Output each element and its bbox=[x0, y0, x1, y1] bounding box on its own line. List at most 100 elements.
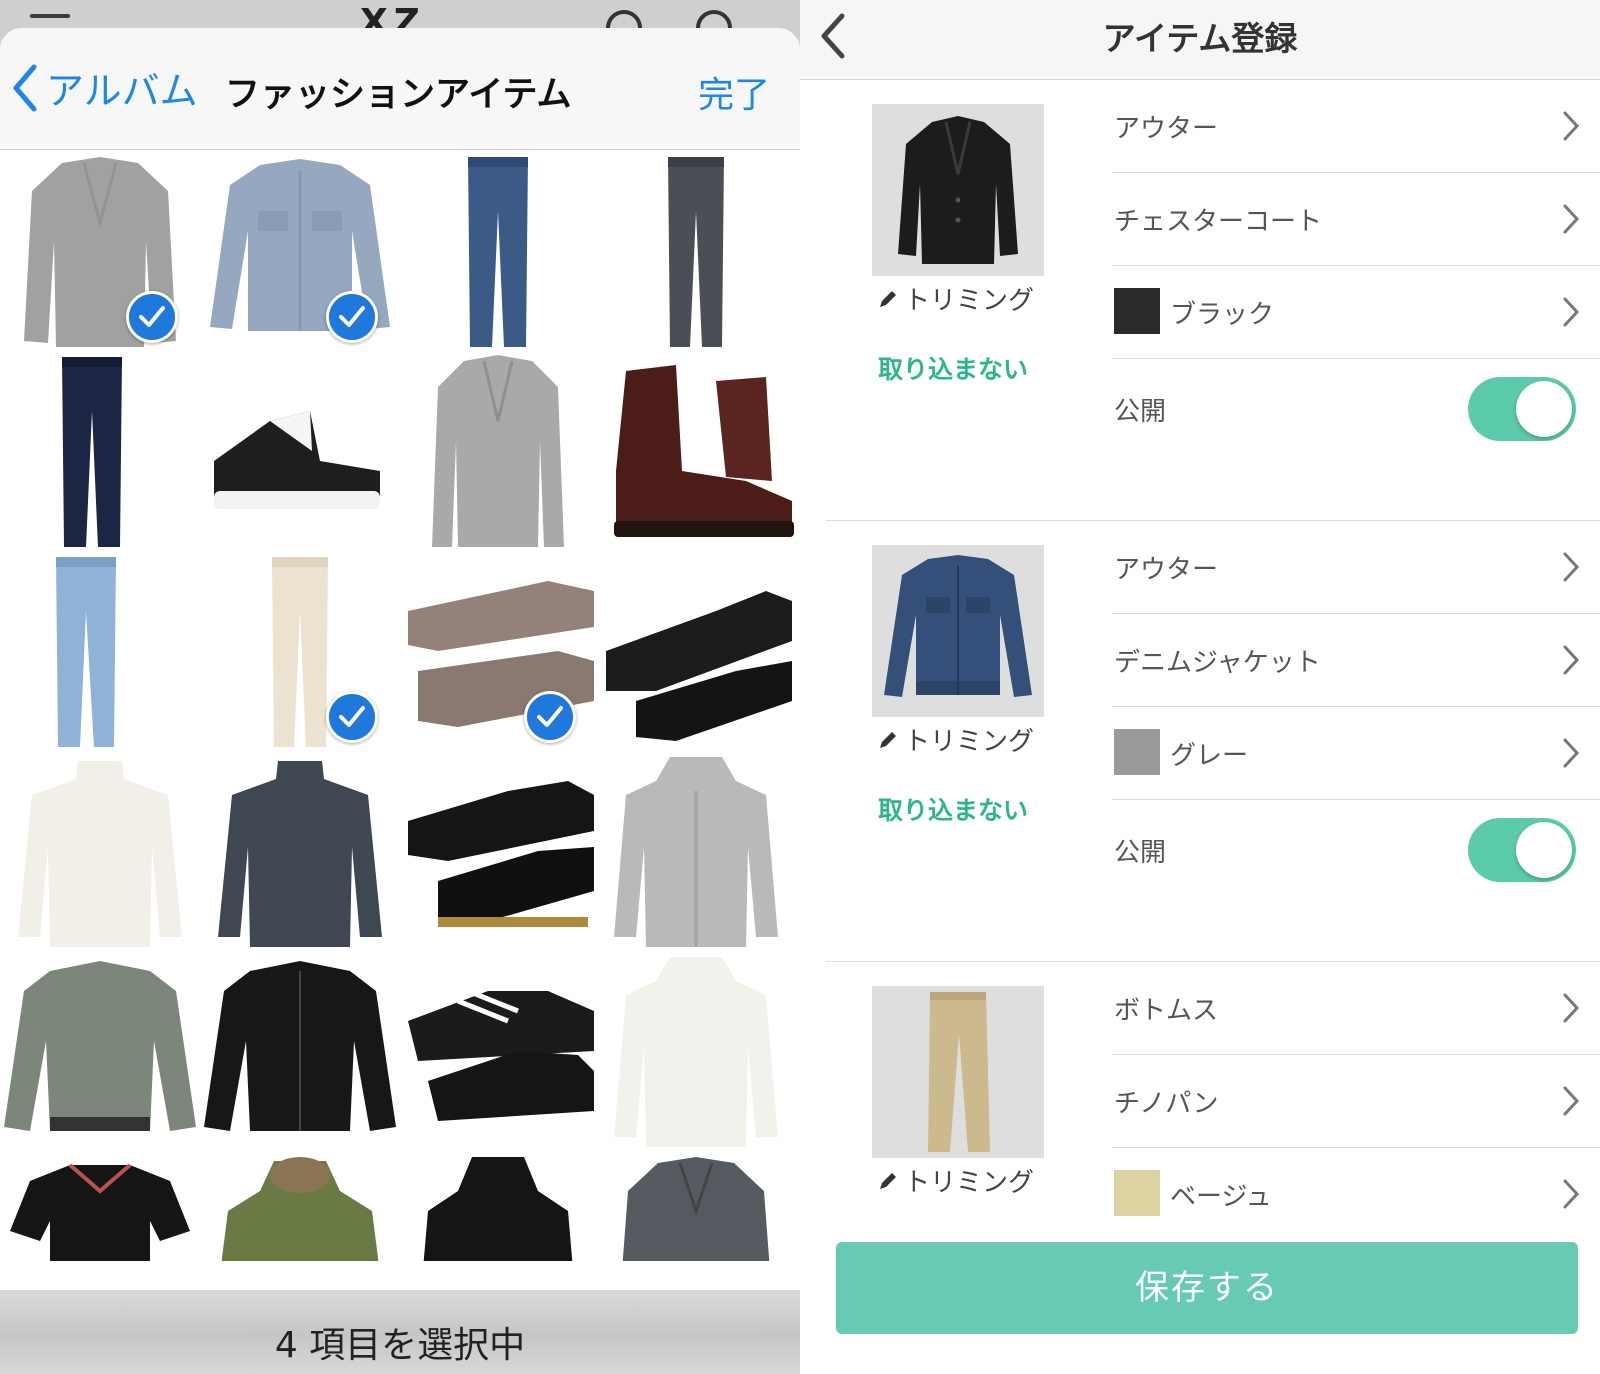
skip-import-button[interactable]: 取り込まない bbox=[878, 791, 1028, 827]
pencil-icon bbox=[880, 290, 896, 307]
photo-cell-black-suede-shoes[interactable] bbox=[596, 551, 796, 751]
subcategory-row[interactable]: チノパン bbox=[1112, 1055, 1600, 1148]
public-row: 公開 bbox=[1112, 359, 1600, 452]
color-value: グレー bbox=[1170, 741, 1249, 771]
save-bar: 保存する bbox=[800, 1222, 1600, 1374]
photo-thumbnail bbox=[408, 988, 594, 1121]
registration-title: アイテム登録 bbox=[1102, 19, 1298, 58]
photo-thumbnail bbox=[468, 157, 528, 347]
chevron-right-icon bbox=[1563, 111, 1580, 141]
skip-import-button[interactable]: 取り込まない bbox=[878, 350, 1028, 386]
photo-thumbnail bbox=[204, 961, 396, 1131]
public-label: 公開 bbox=[1114, 397, 1167, 427]
color-swatch bbox=[1114, 729, 1160, 775]
selected-check-icon bbox=[326, 691, 378, 743]
photo-cell-blue-jeans[interactable] bbox=[398, 151, 598, 351]
item-thumbnail[interactable] bbox=[872, 104, 1044, 276]
public-label: 公開 bbox=[1114, 838, 1167, 868]
category-row[interactable]: アウター bbox=[1112, 521, 1600, 614]
trimming-label: トリミング bbox=[904, 286, 1035, 316]
item-block-1: トリミング 取り込まない アウター チェスターコート ブラック 公開 bbox=[800, 80, 1600, 520]
registration-header: アイテム登録 bbox=[800, 0, 1600, 80]
registration-pane: アイテム登録 トリミング 取り込まない アウター チェスターコート ブラック 公… bbox=[800, 0, 1600, 1374]
photo-cell-brown-loafers[interactable] bbox=[398, 551, 598, 751]
item-attributes: アウター チェスターコート ブラック 公開 bbox=[1112, 80, 1600, 452]
chevron-right-icon bbox=[1563, 204, 1580, 234]
toggle-knob bbox=[1516, 822, 1572, 878]
photo-cell-grey-hoodie[interactable] bbox=[596, 751, 796, 951]
trimming-button[interactable]: トリミング bbox=[878, 1162, 1034, 1199]
color-swatch bbox=[1114, 1170, 1160, 1216]
back-to-album-button[interactable]: アルバム bbox=[10, 60, 198, 115]
album-picker-pane: XZ アルバム ファッションアイテム 完了 4 項目を選択中 bbox=[0, 0, 800, 1374]
chinos-image bbox=[928, 992, 990, 1152]
photo-thumbnail bbox=[606, 591, 792, 741]
photo-cell-white-hoodie[interactable] bbox=[596, 951, 796, 1151]
back-album-label: アルバム bbox=[46, 69, 198, 113]
photo-thumbnail bbox=[668, 157, 724, 347]
selection-count: 4 項目を選択中 bbox=[274, 1325, 526, 1366]
photo-cell-black-polo[interactable] bbox=[0, 1151, 200, 1261]
coat-image bbox=[898, 116, 1018, 264]
photo-cell-black-derby-shoes[interactable] bbox=[398, 751, 598, 951]
category-value: アウター bbox=[1114, 555, 1219, 585]
photo-thumbnail bbox=[614, 365, 794, 537]
photo-cell-black-bomber[interactable] bbox=[200, 951, 400, 1151]
photo-cell-light-wash-jeans[interactable] bbox=[0, 551, 200, 751]
photo-cell-grey-chester-coat[interactable] bbox=[0, 151, 200, 351]
photo-cell-converse-sneakers[interactable] bbox=[200, 351, 400, 551]
chevron-right-icon bbox=[1563, 297, 1580, 327]
subcategory-row[interactable]: デニムジャケット bbox=[1112, 614, 1600, 707]
photo-thumbnail bbox=[423, 1157, 573, 1261]
trimming-button[interactable]: トリミング bbox=[878, 280, 1034, 317]
item-thumbnail[interactable] bbox=[872, 545, 1044, 717]
subcategory-value: デニムジャケット bbox=[1114, 648, 1321, 678]
public-toggle[interactable] bbox=[1468, 818, 1576, 882]
photo-cell-burgundy-boots[interactable] bbox=[596, 351, 796, 551]
category-row[interactable]: ボトムス bbox=[1112, 962, 1600, 1055]
color-row[interactable]: ブラック bbox=[1112, 266, 1600, 359]
save-button[interactable]: 保存する bbox=[836, 1242, 1578, 1334]
done-button[interactable]: 完了 bbox=[698, 66, 770, 118]
photo-cell-light-grey-coat[interactable] bbox=[398, 351, 598, 551]
photo-cell-charcoal-turtleneck[interactable] bbox=[200, 751, 400, 951]
photo-thumbnail bbox=[614, 957, 778, 1147]
selected-check-icon bbox=[524, 691, 576, 743]
album-title: ファッションアイテム bbox=[225, 75, 572, 115]
chevron-right-icon bbox=[1563, 1086, 1580, 1116]
toggle-knob bbox=[1516, 381, 1572, 437]
photo-thumbnail bbox=[56, 557, 116, 747]
denim-jacket-image bbox=[884, 555, 1032, 697]
album-sheet: アルバム ファッションアイテム 完了 4 項目を選択中 bbox=[0, 28, 800, 1374]
category-row[interactable]: アウター bbox=[1112, 80, 1600, 173]
album-sheet-header: アルバム ファッションアイテム 完了 bbox=[0, 28, 800, 150]
photo-cell-olive-parka[interactable] bbox=[200, 1151, 400, 1261]
public-toggle[interactable] bbox=[1468, 377, 1576, 441]
color-row[interactable]: グレー bbox=[1112, 707, 1600, 800]
photo-thumbnail bbox=[214, 411, 380, 509]
subcategory-row[interactable]: チェスターコート bbox=[1112, 173, 1600, 266]
photo-thumbnail bbox=[622, 1157, 770, 1261]
subcategory-value: チノパン bbox=[1114, 1089, 1219, 1119]
item-thumbnail[interactable] bbox=[872, 986, 1044, 1158]
photo-cell-denim-jacket[interactable] bbox=[200, 151, 400, 351]
photo-cell-navy-jeans[interactable] bbox=[0, 351, 200, 551]
chevron-right-icon bbox=[1563, 645, 1580, 675]
photo-cell-grey-pea-coat[interactable] bbox=[596, 1151, 796, 1261]
photo-grid bbox=[0, 151, 800, 1261]
selected-check-icon bbox=[326, 291, 378, 343]
photo-cell-black-hoodie[interactable] bbox=[398, 1151, 598, 1261]
color-swatch bbox=[1114, 288, 1160, 334]
photo-cell-khaki-bomber[interactable] bbox=[0, 951, 200, 1151]
trimming-button[interactable]: トリミング bbox=[878, 721, 1034, 758]
photo-cell-black-running-shoes[interactable] bbox=[398, 951, 598, 1151]
photo-cell-white-turtleneck[interactable] bbox=[0, 751, 200, 951]
photo-thumbnail bbox=[10, 1163, 190, 1261]
item-attributes: アウター デニムジャケット グレー 公開 bbox=[1112, 521, 1600, 893]
chevron-right-icon bbox=[1563, 552, 1580, 582]
photo-cell-black-jeans[interactable] bbox=[596, 151, 796, 351]
chevron-right-icon bbox=[1563, 1179, 1580, 1209]
public-row: 公開 bbox=[1112, 800, 1600, 893]
photo-cell-beige-chinos[interactable] bbox=[200, 551, 400, 751]
selected-check-icon bbox=[126, 291, 178, 343]
